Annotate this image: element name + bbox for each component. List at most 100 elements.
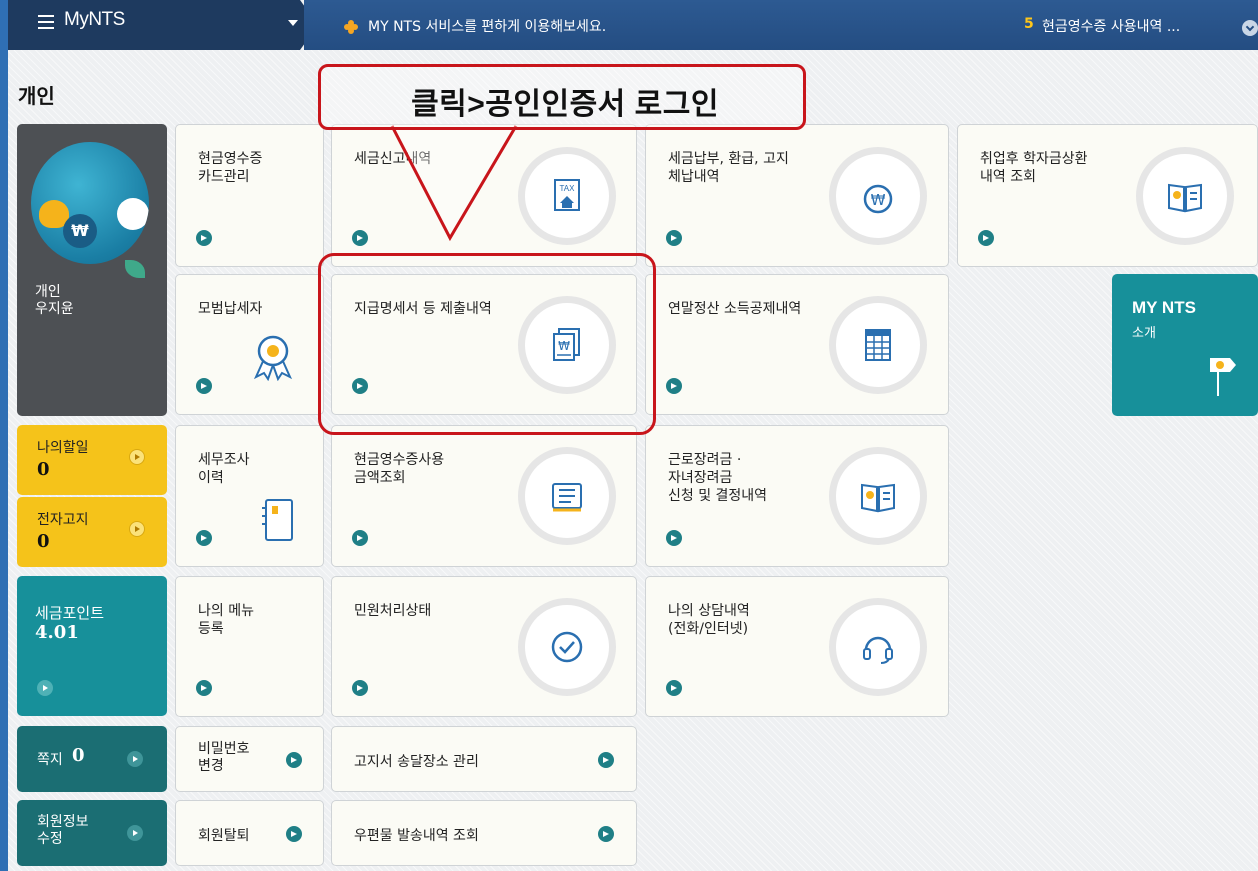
open-book-icon bbox=[1136, 147, 1234, 245]
leaf-icon bbox=[125, 260, 145, 278]
smile-icon bbox=[117, 198, 149, 230]
top-message: MY NTS 서비스를 편하게 이용해보세요. bbox=[368, 19, 607, 35]
tile-student-loan[interactable]: 취업후 학자금상환 내역 조회 bbox=[957, 124, 1258, 267]
arrow-right-icon[interactable] bbox=[352, 230, 368, 246]
logo-segment[interactable] bbox=[8, 0, 318, 50]
arrow-right-icon[interactable] bbox=[286, 826, 302, 842]
tax-icon-text: TAX bbox=[560, 184, 576, 193]
withdraw-label: 회원탈퇴 bbox=[198, 828, 250, 844]
arrow-right-icon[interactable] bbox=[978, 230, 994, 246]
highlight-box bbox=[318, 253, 656, 435]
mail-history-label: 우편물 발송내역 조회 bbox=[354, 828, 479, 844]
e-notice-label: 전자고지 bbox=[37, 512, 89, 528]
tile-label: 현금영수증 카드관리 bbox=[198, 151, 263, 185]
profile-name: 우지윤 bbox=[35, 301, 74, 317]
messages-count: 0 bbox=[72, 745, 85, 766]
tile-label: 근로장려금 · 자녀장려금 신청 및 결정내역 bbox=[668, 452, 768, 504]
notebook-icon bbox=[262, 499, 293, 541]
tile-earned-income-credit[interactable]: 근로장려금 · 자녀장려금 신청 및 결정내역 bbox=[645, 425, 949, 567]
my-nts-title: MY NTS bbox=[1132, 298, 1196, 317]
tile-model-taxpayer[interactable]: 모범납세자 bbox=[175, 274, 324, 415]
tile-tax-audit-history[interactable]: 세무조사 이력 bbox=[175, 425, 324, 567]
won-coin-icon: ₩ bbox=[829, 147, 927, 245]
arrow-right-icon[interactable] bbox=[286, 752, 302, 768]
arrow-right-icon[interactable] bbox=[666, 680, 682, 696]
arrow-right-icon[interactable] bbox=[196, 680, 212, 696]
award-ribbon-icon bbox=[253, 335, 293, 381]
bill-address-link[interactable]: 고지서 송달장소 관리 bbox=[331, 726, 637, 792]
won-coin-icon: ₩ bbox=[63, 214, 97, 248]
arrow-right-icon[interactable] bbox=[598, 752, 614, 768]
arrow-right-icon[interactable] bbox=[666, 530, 682, 546]
callout-pointer bbox=[390, 125, 518, 242]
arrow-right-icon[interactable] bbox=[352, 680, 368, 696]
tax-points-label: 세금포인트 bbox=[35, 604, 105, 622]
hamburger-menu-icon[interactable] bbox=[38, 15, 54, 29]
tile-year-end-deduction[interactable]: 연말정산 소득공제내역 bbox=[645, 274, 949, 415]
section-title: 개인 bbox=[18, 84, 55, 108]
arrow-right-icon[interactable] bbox=[37, 680, 53, 696]
arrow-right-icon[interactable] bbox=[129, 449, 145, 465]
messages-card[interactable]: 쪽지 0 bbox=[17, 726, 167, 792]
mail-history-link[interactable]: 우편물 발송내역 조회 bbox=[331, 800, 637, 866]
annotation-callout-text: 클릭>공인인증서 로그인 bbox=[411, 88, 719, 121]
e-notice-count: 0 bbox=[37, 531, 50, 552]
notice-count: 5 bbox=[1024, 16, 1034, 32]
caret-down-icon[interactable] bbox=[288, 20, 298, 26]
tile-label: 세금납부, 환급, 고지 체납내역 bbox=[668, 151, 789, 185]
tile-cash-receipt-card[interactable]: 현금영수증 카드관리 bbox=[175, 124, 324, 267]
tile-label: 나의 상담내역 (전화/인터넷) bbox=[668, 603, 750, 637]
arrow-right-icon[interactable] bbox=[666, 378, 682, 394]
my-nts-intro-card[interactable]: MY NTS 소개 bbox=[1112, 274, 1258, 416]
page-edge-strip bbox=[0, 0, 8, 871]
member-edit-label: 회원정보 수정 bbox=[37, 814, 89, 847]
tile-consultation-history[interactable]: 나의 상담내역 (전화/인터넷) bbox=[645, 576, 949, 717]
tax-points-value: 4.01 bbox=[35, 622, 79, 643]
arrow-right-icon[interactable] bbox=[129, 521, 145, 537]
tile-my-menu[interactable]: 나의 메뉴 등록 bbox=[175, 576, 324, 717]
bill-address-label: 고지서 송달장소 관리 bbox=[354, 754, 479, 770]
notice-link[interactable]: 현금영수증 사용내역 ... bbox=[1042, 16, 1180, 36]
arrow-right-icon[interactable] bbox=[127, 751, 143, 767]
tile-tax-payment-history[interactable]: 세금납부, 환급, 고지 체납내역 ₩ bbox=[645, 124, 949, 267]
member-edit-card[interactable]: 회원정보 수정 bbox=[17, 800, 167, 866]
arrow-right-icon[interactable] bbox=[127, 825, 143, 841]
mynts-logo[interactable]: MyNTS bbox=[64, 9, 125, 31]
open-book-icon bbox=[829, 447, 927, 545]
password-change-link[interactable]: 비밀번호 변경 bbox=[175, 726, 324, 792]
arrow-right-icon[interactable] bbox=[352, 530, 368, 546]
annotation-callout: 클릭>공인인증서 로그인 bbox=[318, 64, 806, 130]
profile-card: ₩ 개인 우지윤 bbox=[17, 124, 167, 416]
tile-label: 나의 메뉴 등록 bbox=[198, 603, 254, 637]
svg-text:₩: ₩ bbox=[871, 191, 886, 209]
arrow-right-icon[interactable] bbox=[666, 230, 682, 246]
tile-label: 민원처리상태 bbox=[354, 603, 432, 619]
messages-label: 쪽지 bbox=[37, 752, 63, 768]
todo-label: 나의할일 bbox=[37, 440, 89, 456]
signpost-icon bbox=[1210, 358, 1236, 396]
check-circle-icon bbox=[518, 598, 616, 696]
arrow-right-icon[interactable] bbox=[598, 826, 614, 842]
tile-label: 세무조사 이력 bbox=[198, 452, 250, 486]
todo-card[interactable]: 나의할일 0 bbox=[17, 425, 167, 495]
avatar: ₩ bbox=[31, 142, 149, 264]
tax-house-icon: TAX bbox=[518, 147, 616, 245]
flower-icon bbox=[344, 20, 358, 34]
arrow-right-icon[interactable] bbox=[196, 230, 212, 246]
tile-label: 모범납세자 bbox=[198, 301, 263, 317]
tile-civil-complaint-status[interactable]: 민원처리상태 bbox=[331, 576, 637, 717]
arrow-right-icon[interactable] bbox=[196, 378, 212, 394]
my-nts-subtitle: 소개 bbox=[1132, 326, 1156, 341]
headset-icon bbox=[829, 598, 927, 696]
tile-cash-receipt-amount[interactable]: 현금영수증사용 금액조회 bbox=[331, 425, 637, 567]
tile-label: 연말정산 소득공제내역 bbox=[668, 301, 802, 317]
todo-count: 0 bbox=[37, 459, 50, 480]
tax-points-card[interactable]: 세금포인트 4.01 bbox=[17, 576, 167, 716]
e-notice-card[interactable]: 전자고지 0 bbox=[17, 497, 167, 567]
withdraw-link[interactable]: 회원탈퇴 bbox=[175, 800, 324, 866]
arrow-right-icon[interactable] bbox=[196, 530, 212, 546]
chevron-down-icon[interactable] bbox=[1242, 20, 1258, 36]
profile-role: 개인 bbox=[35, 284, 61, 300]
spreadsheet-icon bbox=[829, 296, 927, 394]
password-change-label: 비밀번호 변경 bbox=[198, 741, 250, 774]
